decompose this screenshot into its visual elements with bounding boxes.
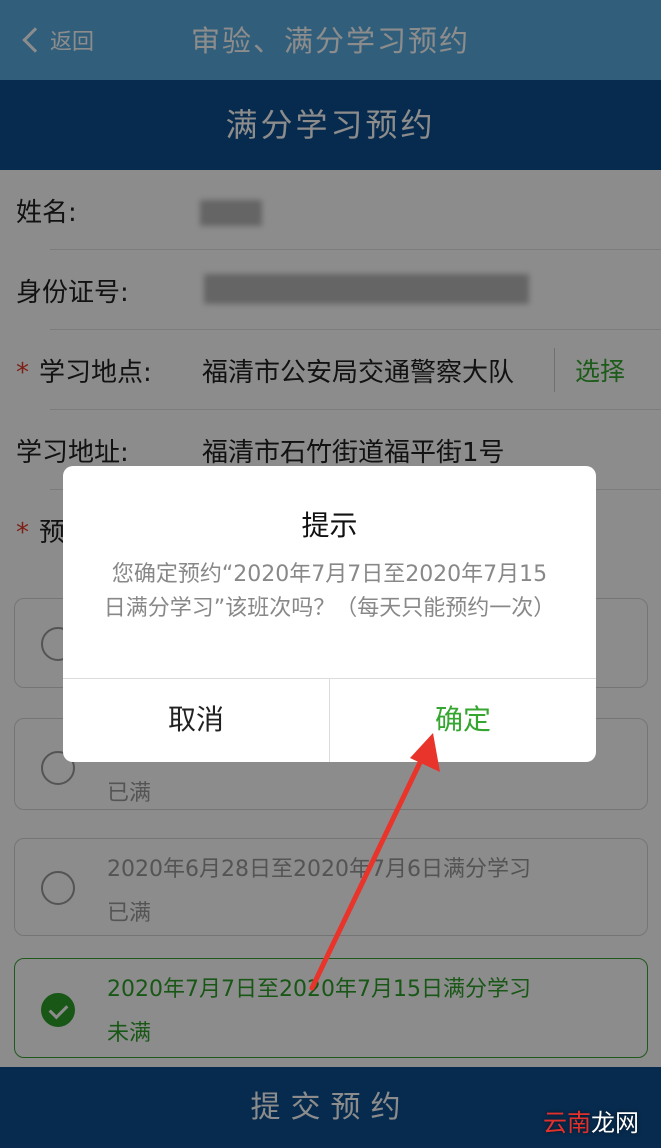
- confirm-button[interactable]: 确定: [330, 678, 596, 762]
- cancel-button[interactable]: 取消: [63, 678, 329, 762]
- watermark: 云南龙网: [543, 1103, 639, 1138]
- watermark-part2: 龙网: [591, 1109, 639, 1137]
- confirm-dialog: 提示 您确定预约“2020年7月7日至2020年7月15日满分学习”该班次吗？（…: [63, 466, 596, 762]
- dialog-title: 提示: [301, 509, 358, 542]
- dialog-message: 您确定预约“2020年7月7日至2020年7月15日满分学习”该班次吗？（每天只…: [103, 562, 556, 621]
- watermark-part1: 云南: [543, 1109, 591, 1137]
